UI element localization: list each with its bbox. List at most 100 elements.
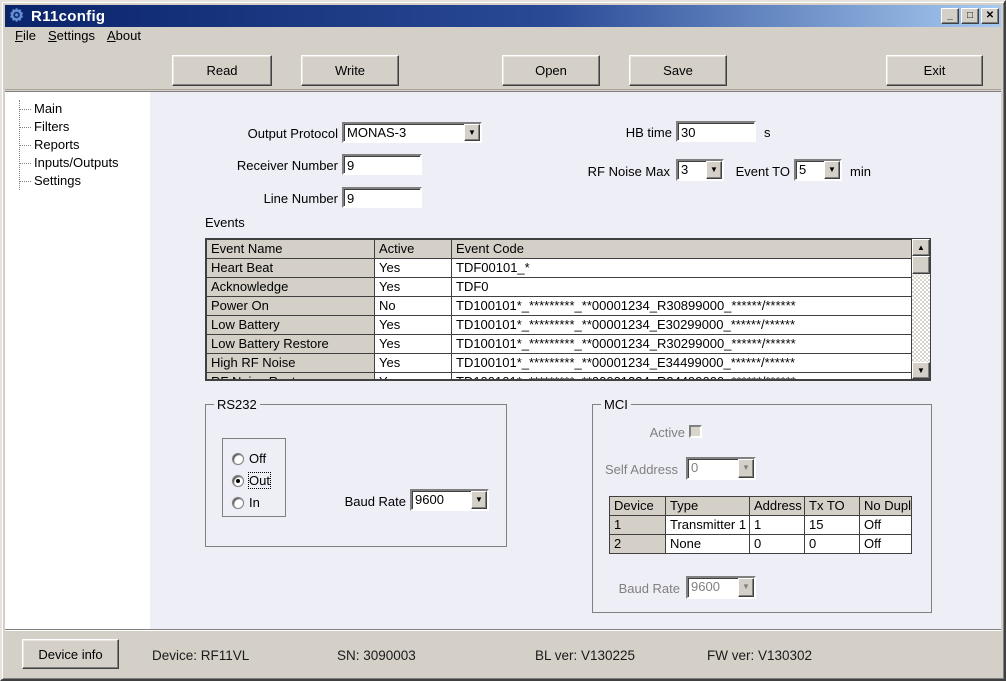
table-cell: TDF0 (452, 278, 914, 297)
table-cell: TDF00101_* (452, 259, 914, 278)
table-row[interactable]: High RF NoiseYesTD100101*_*********_**00… (207, 354, 914, 373)
table-cell: Acknowledge (207, 278, 375, 297)
exit-button[interactable]: Exit (886, 55, 983, 86)
table-row[interactable]: Heart BeatYesTDF00101_* (207, 259, 914, 278)
mci-col-type[interactable]: Type (666, 497, 750, 516)
events-col-active[interactable]: Active (375, 240, 452, 259)
device-info-button[interactable]: Device info (22, 639, 119, 669)
mci-active-checkbox[interactable] (689, 425, 702, 438)
table-cell: 2 (610, 535, 666, 554)
status-bl-version: BL ver: V130225 (535, 648, 635, 663)
chevron-down-icon: ▼ (738, 578, 754, 597)
mci-group-title: MCI (601, 397, 631, 412)
status-device: Device: RF11VL (152, 648, 249, 663)
output-protocol-combo[interactable]: MONAS-3 ▼ (342, 122, 482, 143)
receiver-number-field[interactable]: 9 (342, 154, 422, 175)
table-cell: Low Battery (207, 316, 375, 335)
rs232-radio-in[interactable]: In (232, 495, 260, 510)
app-gear-icon: ⚙ (9, 7, 27, 25)
table-cell: TD100101*_*********_**00001234_R30899000… (452, 297, 914, 316)
mci-group: MCI Active Self Address 0 ▼ Device Type … (592, 404, 932, 613)
radio-in-icon[interactable] (232, 497, 244, 509)
table-cell: Off (860, 535, 912, 554)
table-row[interactable]: Power OnNoTD100101*_*********_**00001234… (207, 297, 914, 316)
open-button[interactable]: Open (502, 55, 600, 86)
table-row[interactable]: Low Battery RestoreYesTD100101*_********… (207, 335, 914, 354)
table-cell: No (375, 297, 452, 316)
rs232-radio-box: Off Out In (222, 438, 286, 517)
line-number-field[interactable]: 9 (342, 187, 422, 208)
toolbar: Read Write Open Save Exit (5, 45, 1001, 90)
table-cell: 0 (805, 535, 860, 554)
tree-item-reports[interactable]: Reports (20, 136, 150, 154)
scroll-down-icon[interactable]: ▼ (912, 362, 930, 379)
table-row[interactable]: AcknowledgeYesTDF0 (207, 278, 914, 297)
write-button[interactable]: Write (301, 55, 399, 86)
mci-device-table: Device Type Address Tx TO No Dupl. 1Tran… (609, 496, 912, 554)
rs232-baud-rate-combo[interactable]: 9600 ▼ (410, 489, 489, 511)
table-cell: 1 (750, 516, 805, 535)
rs232-radio-off[interactable]: Off (232, 451, 266, 466)
mci-baud-rate-combo[interactable]: 9600 ▼ (686, 576, 756, 599)
receiver-number-label: Receiver Number (180, 158, 338, 173)
tree-item-filters[interactable]: Filters (20, 118, 150, 136)
table-cell: TD100101*_*********_**00001234_E34499000… (452, 354, 914, 373)
menu-settings[interactable]: Settings (44, 27, 103, 45)
events-col-event-name[interactable]: Event Name (207, 240, 375, 259)
table-cell: Power On (207, 297, 375, 316)
app-window: ⚙ R11config _ □ ✕ File Settings About Re… (0, 0, 1006, 681)
table-cell: TD100101*_*********_**00001234_R34499000… (452, 373, 914, 382)
menu-file[interactable]: File (11, 27, 44, 45)
main-content: Output Protocol MONAS-3 ▼ HB time 30 s R… (150, 92, 1001, 632)
radio-in-label: In (249, 495, 260, 510)
output-protocol-value: MONAS-3 (347, 125, 462, 140)
tree-item-inputs-outputs[interactable]: Inputs/Outputs (20, 154, 150, 172)
table-row[interactable]: Low BatteryYesTD100101*_*********_**0000… (207, 316, 914, 335)
radio-out-icon[interactable] (232, 475, 244, 487)
mci-col-address[interactable]: Address (750, 497, 805, 516)
rs232-group-title: RS232 (214, 397, 260, 412)
table-row[interactable]: RF Noise RestoreYesTD100101*_*********_*… (207, 373, 914, 382)
close-button[interactable]: ✕ (981, 8, 999, 24)
scroll-up-icon[interactable]: ▲ (912, 239, 930, 256)
table-cell: Heart Beat (207, 259, 375, 278)
event-to-label: Event TO (700, 164, 790, 179)
minimize-button[interactable]: _ (941, 8, 959, 24)
table-cell: Yes (375, 354, 452, 373)
radio-off-icon[interactable] (232, 453, 244, 465)
mci-self-address-combo[interactable]: 0 ▼ (686, 457, 756, 480)
chevron-down-icon[interactable]: ▼ (471, 491, 487, 509)
tree-item-settings[interactable]: Settings (20, 172, 150, 190)
events-label: Events (205, 215, 245, 230)
save-button[interactable]: Save (629, 55, 727, 86)
mci-active-label: Active (600, 425, 685, 440)
events-col-event-code[interactable]: Event Code (452, 240, 914, 259)
rs232-group: RS232 Off Out In Baud Rate (205, 404, 507, 547)
table-cell: RF Noise Restore (207, 373, 375, 382)
table-row[interactable]: 1Transmitter 1115Off (610, 516, 912, 535)
rs232-baud-rate-value: 9600 (415, 492, 469, 507)
events-vertical-scrollbar[interactable]: ▲ ▼ (911, 239, 930, 379)
event-to-value: 5 (799, 162, 822, 177)
mci-col-device[interactable]: Device (610, 497, 666, 516)
event-to-unit: min (850, 164, 871, 179)
rs232-baud-rate-label: Baud Rate (318, 494, 406, 509)
event-to-combo[interactable]: 5 ▼ (794, 159, 842, 181)
tree-item-main[interactable]: Main (20, 100, 150, 118)
scrollbar-thumb[interactable] (912, 256, 930, 274)
mci-col-tx-to[interactable]: Tx TO (805, 497, 860, 516)
table-row[interactable]: 2None00Off (610, 535, 912, 554)
table-cell: TD100101*_*********_**00001234_R30299000… (452, 335, 914, 354)
status-bar: Device info Device: RF11VL SN: 3090003 B… (5, 630, 1001, 676)
maximize-button[interactable]: □ (961, 8, 979, 24)
chevron-down-icon[interactable]: ▼ (464, 124, 480, 141)
title-bar: ⚙ R11config _ □ ✕ (5, 5, 1001, 27)
chevron-down-icon[interactable]: ▼ (824, 161, 840, 179)
menu-about[interactable]: About (103, 27, 149, 45)
hb-time-field[interactable]: 30 (676, 121, 756, 142)
mci-col-no-dupl[interactable]: No Dupl. (860, 497, 912, 516)
rf-noise-max-label: RF Noise Max (490, 164, 670, 179)
rs232-radio-out[interactable]: Out (232, 473, 270, 488)
read-button[interactable]: Read (172, 55, 272, 86)
table-cell: High RF Noise (207, 354, 375, 373)
